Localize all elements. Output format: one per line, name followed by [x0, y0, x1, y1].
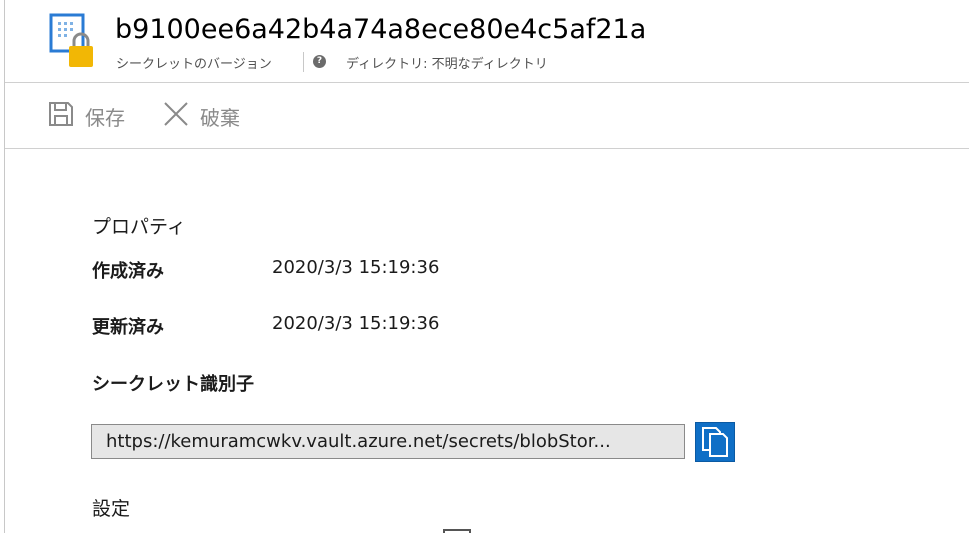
save-icon	[47, 100, 75, 132]
created-value: 2020/3/3 15:19:36	[272, 257, 440, 278]
command-bar: 保存 破棄	[5, 83, 969, 149]
properties-heading: プロパティ	[92, 216, 186, 238]
save-button[interactable]: 保存	[47, 100, 125, 132]
updated-value: 2020/3/3 15:19:36	[272, 313, 440, 334]
key-vault-secret-lock-icon	[49, 13, 103, 71]
settings-heading: 設定	[92, 498, 131, 520]
secret-version-blade: b9100ee6a42b4a74a8ece80e4c5af21a シークレットの…	[0, 0, 969, 533]
header-divider	[303, 52, 304, 72]
secret-identifier-label: シークレット識別子	[92, 374, 254, 395]
partial-element-edge	[443, 529, 471, 533]
close-icon	[162, 100, 190, 132]
page-title: b9100ee6a42b4a74a8ece80e4c5af21a	[115, 14, 647, 45]
created-label: 作成済み	[92, 261, 164, 282]
blade-content: プロパティ 作成済み 2020/3/3 15:19:36 更新済み 2020/3…	[5, 149, 969, 533]
save-label: 保存	[85, 105, 125, 130]
directory-label: ディレクトリ: 不明なディレクトリ	[346, 57, 548, 72]
secret-identifier-field[interactable]: https://kemuramcwkv.vault.azure.net/secr…	[91, 424, 685, 459]
discard-label: 破棄	[200, 105, 240, 130]
page-subtitle: シークレットのバージョン	[116, 57, 272, 72]
help-icon[interactable]: ?	[313, 55, 326, 68]
copy-icon	[702, 427, 728, 457]
discard-button[interactable]: 破棄	[162, 100, 240, 132]
updated-label: 更新済み	[92, 317, 164, 338]
copy-button[interactable]	[695, 422, 735, 462]
blade-header: b9100ee6a42b4a74a8ece80e4c5af21a シークレットの…	[5, 0, 969, 83]
